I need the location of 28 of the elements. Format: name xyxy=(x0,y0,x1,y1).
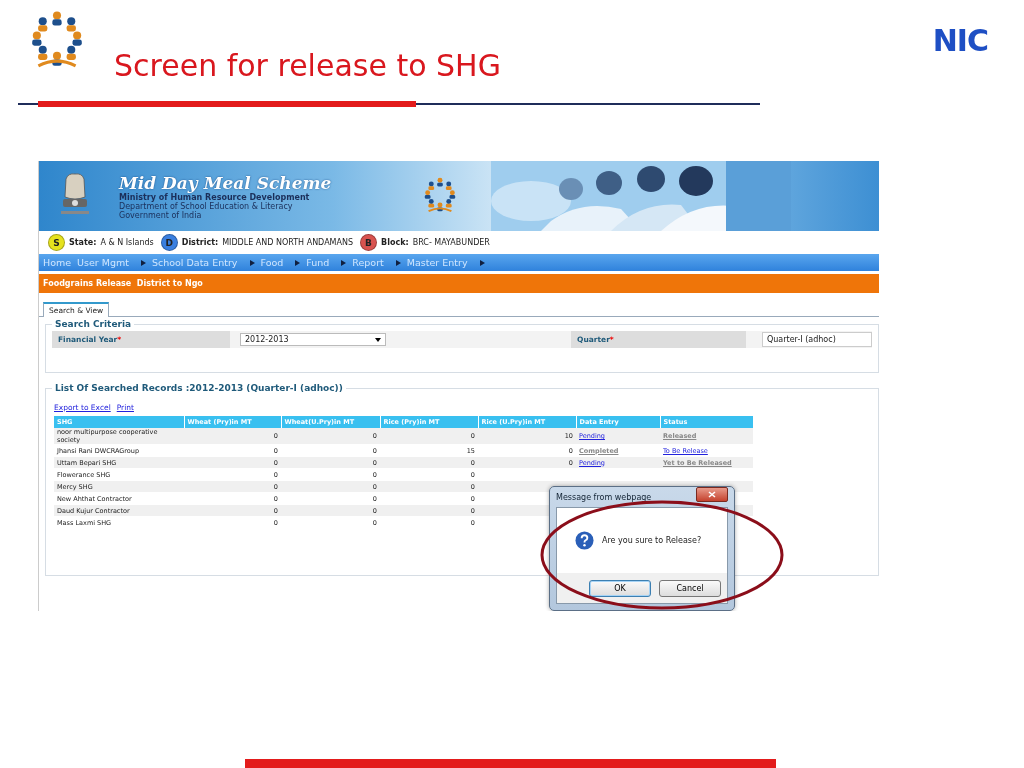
pin-badge: D xyxy=(160,234,178,251)
app-title: Mid Day Meal Scheme xyxy=(119,172,333,193)
page-title: Foodgrains Release District to Ngo xyxy=(43,279,203,288)
dialog-title: Message from webpage xyxy=(556,492,652,502)
close-button[interactable] xyxy=(696,486,728,502)
location-value: MIDDLE AND NORTH ANDAMANS xyxy=(222,238,354,247)
location-label: Block: xyxy=(381,238,409,247)
ministry-text: Department of School Education & Literacy xyxy=(119,201,293,211)
question-icon xyxy=(575,531,594,550)
dialog-button[interactable]: Cancel xyxy=(659,579,721,597)
caret-icon xyxy=(375,337,381,342)
section-legend: List Of Searched Records :2012-2013 (Quarter-I (adhoc)) xyxy=(55,383,343,393)
slide-title: Screen for release to SHG xyxy=(114,48,502,83)
quarter-field[interactable]: Quarter-I (adhoc) xyxy=(762,332,872,347)
ministry-text: Government of India xyxy=(119,210,203,220)
year-dropdown[interactable]: 2012-2013 xyxy=(240,333,386,346)
location-label: District: xyxy=(181,238,219,247)
close-icon xyxy=(708,490,716,498)
pin-badge: S xyxy=(48,234,65,251)
dialog-button[interactable]: OK xyxy=(589,579,651,597)
pin-badge: B xyxy=(360,234,378,251)
dialog-message: Are you sure to Release? xyxy=(602,536,702,545)
section-legend: Search Criteria xyxy=(55,319,132,329)
location-value: BRC- MAYABUNDER xyxy=(412,238,490,247)
location-label: State: xyxy=(69,238,97,247)
ministry-text: Ministry of Human Resource Development xyxy=(119,192,311,202)
location-value: A & N Islands xyxy=(100,238,154,247)
nic-logo: NIC xyxy=(932,26,988,56)
